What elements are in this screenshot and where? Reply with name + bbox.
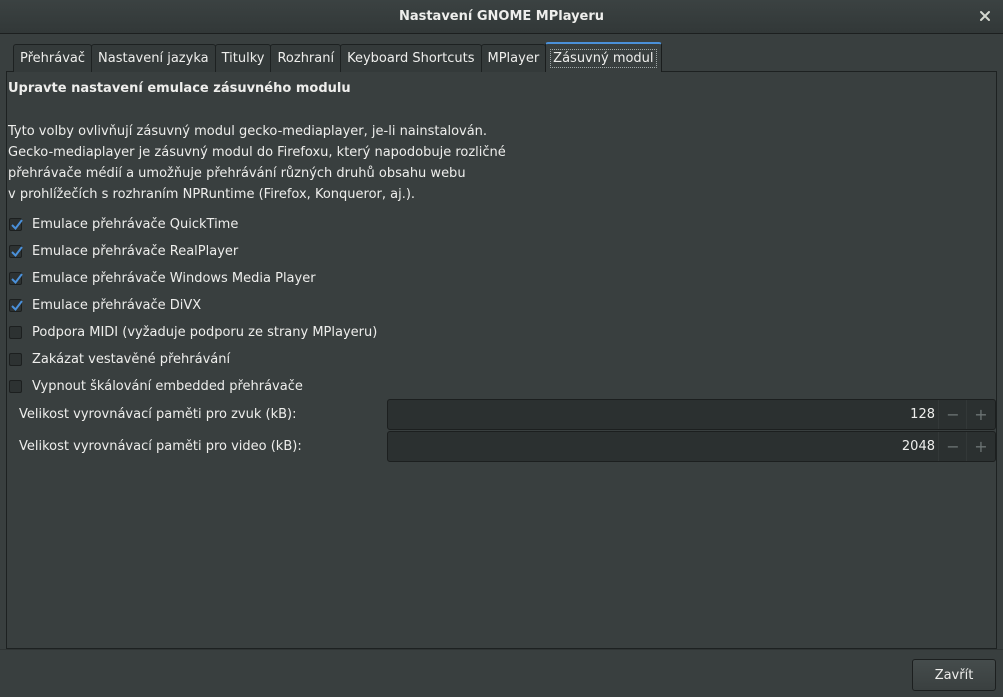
checkbox-label: Vypnout škálování embedded přehrávače [32,378,303,394]
audio-cache-value[interactable]: 128 [910,407,935,422]
check-icon [11,245,23,257]
tab-label: Zásuvný modul [550,48,657,68]
tab-label: Rozhraní [277,51,335,66]
checkbox-disable-scaling[interactable] [9,379,22,393]
close-button[interactable]: Zavřít [912,659,996,691]
checkbox-label: Zakázat vestavěné přehrávání [32,351,231,367]
checkbox-row-realplayer[interactable]: Emulace přehrávače RealPlayer [9,242,238,260]
checkbox-midi[interactable] [9,325,22,339]
checkbox-realplayer[interactable] [9,244,23,258]
close-icon [980,11,990,21]
checkbox-label: Emulace přehrávače QuickTime [32,216,239,232]
checkbox-wmp[interactable] [9,271,23,285]
tab-prehravac[interactable]: Přehrávač [13,44,93,72]
audio-cache-label: Velikost vyrovnávací paměti pro zvuk (kB… [19,407,297,422]
title-bar: Nastavení GNOME MPlayeru [0,0,1003,34]
video-cache-value[interactable]: 2048 [902,439,935,454]
checkbox-label: Podpora MIDI (vyžaduje podporu ze strany… [32,324,378,340]
tab-titulky[interactable]: Titulky [214,44,272,72]
footer-separator [0,649,1003,650]
checkbox-row-disable-embedded[interactable]: Zakázat vestavěné přehrávání [9,350,230,368]
tab-mplayer[interactable]: MPlayer [480,44,547,72]
tab-label: Přehrávač [20,51,86,66]
checkbox-disable-embedded[interactable] [9,352,22,366]
checkbox-row-quicktime[interactable]: Emulace přehrávače QuickTime [9,215,238,233]
tab-keyboard-shortcuts[interactable]: Keyboard Shortcuts [340,44,482,72]
checkbox-row-disable-scaling[interactable]: Vypnout škálování embedded přehrávače [9,377,303,395]
audio-cache-decrement-button[interactable]: − [938,400,967,429]
tab-label: Nastavení jazyka [98,51,209,66]
check-icon [11,272,23,284]
audio-cache-spinbutton[interactable]: 128 − + [387,399,996,430]
window-close-button[interactable] [973,4,997,28]
tab-label: Titulky [221,51,265,66]
video-cache-increment-button[interactable]: + [966,432,995,461]
checkbox-row-divx[interactable]: Emulace přehrávače DiVX [9,296,201,314]
check-icon [11,218,23,230]
tab-label: Keyboard Shortcuts [347,51,475,66]
checkbox-label: Emulace přehrávače Windows Media Player [32,270,316,286]
checkbox-label: Emulace přehrávače DiVX [32,297,202,313]
check-icon [11,299,23,311]
section-description: Tyto volby ovlivňují zásuvný modul gecko… [8,124,506,202]
video-cache-label: Velikost vyrovnávací paměti pro video (k… [19,439,302,454]
window-title: Nastavení GNOME MPlayeru [398,9,605,24]
checkbox-label: Emulace přehrávače RealPlayer [32,243,239,259]
tab-strip: Přehrávač Nastavení jazyka Titulky Rozhr… [13,42,662,72]
video-cache-spinbutton[interactable]: 2048 − + [387,431,996,462]
audio-cache-increment-button[interactable]: + [966,400,995,429]
checkbox-divx[interactable] [9,298,23,312]
checkbox-quicktime[interactable] [9,217,23,231]
video-cache-decrement-button[interactable]: − [938,432,967,461]
tab-zasuvny-modul[interactable]: Zásuvný modul [545,42,662,72]
tab-label: MPlayer [487,51,540,66]
tab-rozhrani[interactable]: Rozhraní [270,44,342,72]
section-heading: Upravte nastavení emulace zásuvného modu… [8,81,351,96]
checkbox-row-midi[interactable]: Podpora MIDI (vyžaduje podporu ze strany… [9,323,377,341]
checkbox-row-wmp[interactable]: Emulace přehrávače Windows Media Player [9,269,316,287]
tab-nastaveni-jazyka[interactable]: Nastavení jazyka [91,44,216,72]
